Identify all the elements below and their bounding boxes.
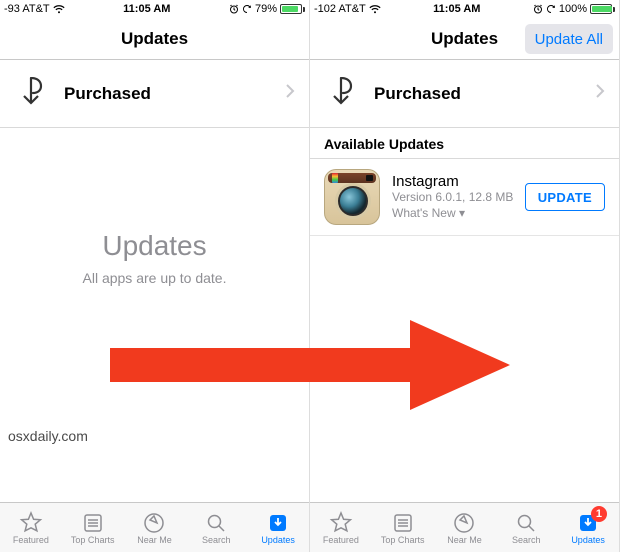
empty-state: Updates All apps are up to date.: [0, 230, 309, 286]
purchased-label: Purchased: [64, 84, 285, 104]
purchased-row[interactable]: Purchased: [310, 60, 619, 128]
signal-text: -102 AT&T: [314, 3, 366, 15]
app-meta: Instagram Version 6.0.1, 12.8 MB What's …: [392, 173, 525, 221]
tab-label: Top Charts: [71, 535, 115, 545]
phone-left: -93 AT&T 11:05 AM 79% Updates: [0, 0, 310, 552]
tab-search[interactable]: Search: [185, 503, 247, 552]
list-icon: [81, 511, 105, 535]
battery-pct: 79%: [255, 3, 277, 15]
tab-top-charts[interactable]: Top Charts: [62, 503, 124, 552]
battery-icon: [590, 4, 615, 14]
app-version: Version 6.0.1, 12.8 MB: [392, 190, 525, 206]
list-icon: [391, 511, 415, 535]
content-area: Purchased Available Updates Instagram Ve…: [310, 60, 619, 502]
tab-label: Search: [512, 535, 541, 545]
download-icon: [266, 511, 290, 535]
purchased-label: Purchased: [374, 84, 595, 104]
alarm-icon: [533, 4, 543, 14]
tab-updates[interactable]: Updates 1: [557, 503, 619, 552]
location-icon: [142, 511, 166, 535]
star-icon: [19, 511, 43, 535]
tab-near-me[interactable]: Near Me: [434, 503, 496, 552]
update-all-button[interactable]: Update All: [525, 24, 613, 54]
battery-pct: 100%: [559, 3, 587, 15]
tab-top-charts[interactable]: Top Charts: [372, 503, 434, 552]
clock: 11:05 AM: [381, 3, 533, 15]
watermark: osxdaily.com: [8, 428, 88, 444]
app-icon-instagram: [324, 169, 380, 225]
tab-label: Updates: [261, 535, 295, 545]
tab-near-me[interactable]: Near Me: [124, 503, 186, 552]
app-row[interactable]: Instagram Version 6.0.1, 12.8 MB What's …: [310, 159, 619, 236]
signal-text: -93 AT&T: [4, 3, 50, 15]
chevron-right-icon: [285, 83, 295, 104]
battery-icon: [280, 4, 305, 14]
wifi-icon: [369, 5, 381, 14]
nav-header: Updates: [0, 18, 309, 60]
tab-label: Near Me: [447, 535, 482, 545]
clock: 11:05 AM: [65, 3, 229, 15]
update-button[interactable]: UPDATE: [525, 183, 605, 211]
section-header: Available Updates: [310, 128, 619, 159]
tab-label: Updates: [571, 535, 605, 545]
updates-badge: 1: [591, 506, 607, 522]
sync-icon: [546, 4, 556, 14]
whats-new-link[interactable]: What's New ▾: [392, 206, 525, 222]
phone-right: -102 AT&T 11:05 AM 100% Updates: [310, 0, 620, 552]
tab-bar: Featured Top Charts Near Me Search Updat…: [0, 502, 309, 552]
alarm-icon: [229, 4, 239, 14]
content-area: Purchased Updates All apps are up to dat…: [0, 60, 309, 502]
nav-header: Updates Update All: [310, 18, 619, 60]
tab-label: Near Me: [137, 535, 172, 545]
status-bar: -93 AT&T 11:05 AM 79%: [0, 0, 309, 18]
location-icon: [452, 511, 476, 535]
star-icon: [329, 511, 353, 535]
tab-label: Search: [202, 535, 231, 545]
tab-updates[interactable]: Updates: [247, 503, 309, 552]
purchased-row[interactable]: Purchased: [0, 60, 309, 128]
tab-featured[interactable]: Featured: [0, 503, 62, 552]
purchased-icon: [324, 77, 358, 111]
chevron-right-icon: [595, 83, 605, 104]
tab-label: Top Charts: [381, 535, 425, 545]
empty-title: Updates: [0, 230, 309, 262]
page-title: Updates: [431, 29, 498, 49]
search-icon: [204, 511, 228, 535]
sync-icon: [242, 4, 252, 14]
purchased-icon: [14, 77, 48, 111]
tab-label: Featured: [323, 535, 359, 545]
tab-label: Featured: [13, 535, 49, 545]
search-icon: [514, 511, 538, 535]
empty-subtitle: All apps are up to date.: [0, 270, 309, 286]
status-bar: -102 AT&T 11:05 AM 100%: [310, 0, 619, 18]
app-name: Instagram: [392, 173, 525, 190]
tab-bar: Featured Top Charts Near Me Search Updat…: [310, 502, 619, 552]
wifi-icon: [53, 5, 65, 14]
tab-featured[interactable]: Featured: [310, 503, 372, 552]
page-title: Updates: [121, 29, 188, 49]
tab-search[interactable]: Search: [495, 503, 557, 552]
